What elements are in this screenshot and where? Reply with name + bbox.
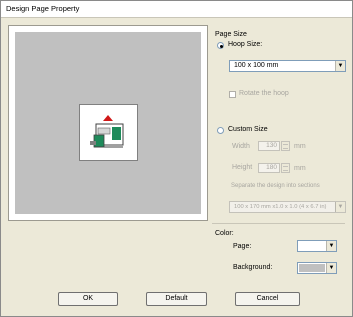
hoop-preview: [79, 104, 138, 161]
hoop-size-radio[interactable]: [217, 42, 224, 49]
page-color-dropdown[interactable]: ▼: [297, 240, 337, 252]
hoop-size-value: 100 x 100 mm: [234, 62, 279, 69]
background-color-dropdown[interactable]: ▼: [297, 262, 337, 274]
width-value: 130: [266, 142, 277, 149]
color-label: Color:: [215, 230, 234, 237]
custom-size-label: Custom Size: [228, 126, 268, 133]
page-size-label: Page Size: [215, 31, 247, 38]
custom-size-radio[interactable]: [217, 127, 224, 134]
height-spinner[interactable]: [281, 163, 290, 173]
width-spinner[interactable]: [281, 141, 290, 151]
ok-button[interactable]: OK: [58, 292, 118, 306]
window-title: Design Page Property: [6, 4, 80, 13]
width-label: Width: [232, 143, 250, 150]
sections-value: 100 x 170 mm x1.0 x 1.0 (4 x 6.7 in): [234, 204, 327, 210]
background-color-label: Background:: [233, 264, 273, 271]
page-color-label: Page:: [233, 243, 252, 250]
width-unit: mm: [294, 143, 306, 150]
hoop-size-label: Hoop Size:: [228, 41, 263, 48]
height-label: Height: [232, 164, 253, 171]
preview-frame: [8, 25, 208, 221]
chevron-down-icon[interactable]: ▼: [335, 202, 345, 212]
width-input[interactable]: 130: [258, 141, 280, 151]
chevron-down-icon[interactable]: ▼: [326, 263, 336, 273]
rotate-hoop-label: Rotate the hoop: [239, 90, 289, 97]
chevron-down-icon[interactable]: ▼: [326, 241, 336, 251]
sections-label: Separate the design into sections: [231, 183, 320, 189]
height-unit: mm: [294, 165, 306, 172]
rotate-hoop-checkbox[interactable]: [229, 91, 236, 98]
title-bar: Design Page Property: [1, 1, 352, 18]
separator: [212, 223, 345, 224]
cancel-button[interactable]: Cancel: [235, 292, 300, 306]
height-value: 180: [266, 164, 277, 171]
embroidery-machine-icon: [90, 115, 124, 148]
height-input[interactable]: 180: [258, 163, 280, 173]
sections-dropdown[interactable]: 100 x 170 mm x1.0 x 1.0 (4 x 6.7 in) ▼: [229, 201, 346, 213]
background-color-swatch: [299, 264, 325, 272]
design-page-property-dialog: Design Page Property Page Size Hoop Size…: [0, 0, 353, 317]
hoop-size-dropdown[interactable]: 100 x 100 mm ▼: [229, 60, 346, 72]
default-button[interactable]: Default: [146, 292, 207, 306]
chevron-down-icon[interactable]: ▼: [335, 61, 345, 71]
page-color-swatch: [299, 242, 325, 250]
page-preview: [15, 32, 201, 214]
